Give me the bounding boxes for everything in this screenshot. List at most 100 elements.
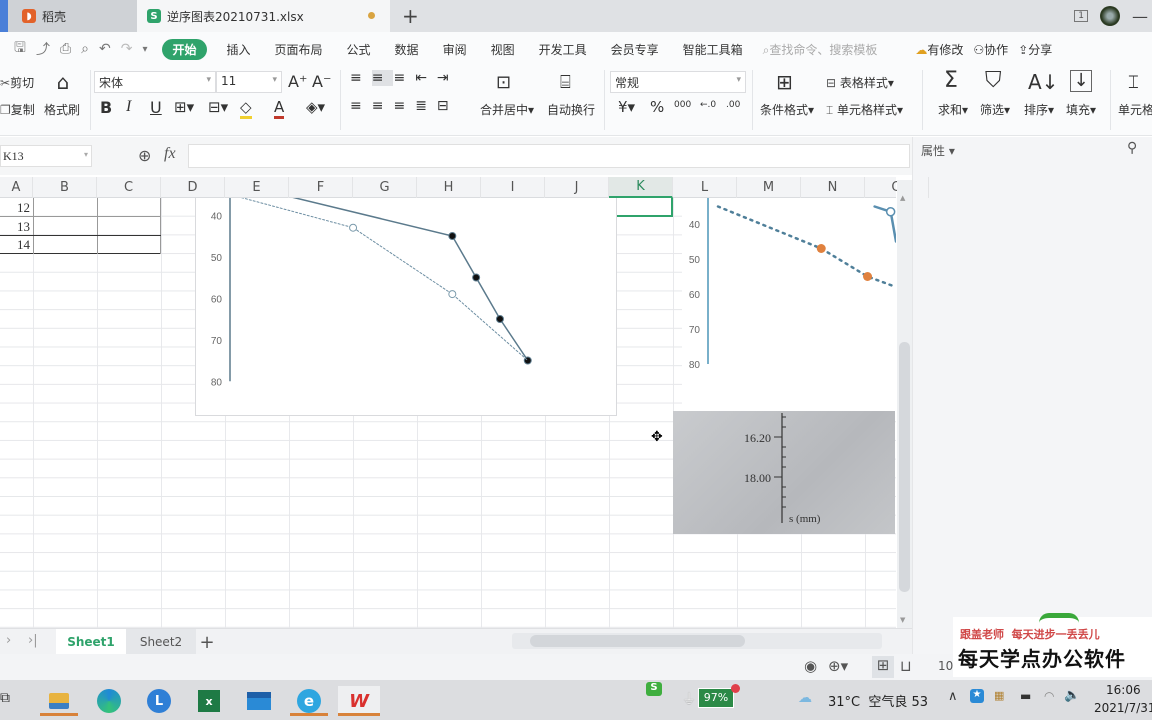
add-sheet-button[interactable]: + [196,629,218,655]
cell-A13[interactable]: 13 [0,219,30,235]
share-doc-icon[interactable]: ⤴ [36,39,50,59]
filter-button[interactable]: 筛选▾ [980,101,1010,118]
name-box[interactable]: K13 ▾ [0,145,92,167]
sort-icon[interactable]: A↓ [1028,70,1058,94]
properties-title[interactable]: 属性 ▾ [921,142,955,159]
cell-A14[interactable]: 14 [0,237,30,253]
task-view-icon[interactable]: ⧉ [0,690,10,706]
new-tab-button[interactable]: + [402,4,419,28]
tray-battery-icon[interactable]: ▬ [1020,689,1031,703]
number-format-select[interactable]: 常规 ▾ [610,71,746,93]
edge-icon[interactable] [94,686,124,716]
file-explorer-icon[interactable] [40,686,78,716]
sum-icon[interactable]: Σ [944,68,958,93]
menu-home[interactable]: 开始 [162,38,207,60]
tray-app-icon[interactable]: ★ [970,689,984,703]
column-header-H[interactable]: H [417,177,481,198]
share-button[interactable]: ⇪分享 [1018,41,1052,58]
tab-daoke[interactable]: ◗ 稻壳 [0,0,137,32]
column-header-L[interactable]: L [673,177,737,198]
column-header-C[interactable]: C [97,177,161,198]
column-header-J[interactable]: J [545,177,609,198]
clock-date[interactable]: 2021/7/31 [1094,701,1152,715]
horizontal-align-icons[interactable]: ≡≡≡≣⊟ [350,98,459,114]
underline-button[interactable]: U [150,98,162,117]
merge-center-button[interactable]: 合并居中▾ [480,101,534,118]
vertical-scrollbar[interactable]: ▲ ▼ [897,180,912,628]
wifi-icon[interactable]: ◠ [1044,689,1054,703]
menu-member[interactable]: 会员专享 [611,41,659,58]
percent-button[interactable]: % [650,98,664,116]
font-size-select[interactable]: 11 ▾ [216,71,282,93]
conditional-format-icon[interactable]: ⊞ [776,70,793,94]
mail-icon[interactable] [244,686,274,716]
cell-style-button[interactable]: ⌶ 单元格样式▾ [826,101,903,118]
column-header-F[interactable]: F [289,177,353,198]
zoom-level[interactable]: 10 [938,659,953,673]
page-counter-icon[interactable]: 1 [1074,10,1088,22]
format-painter-button[interactable]: 格式刷 [44,101,80,118]
chart-right[interactable]: 40 50 60 70 80 [682,198,898,411]
eye-protection-icon[interactable]: ◉ [804,657,817,675]
thousands-button[interactable]: 000 [674,100,691,110]
clear-format-icon[interactable]: ◈▾ [306,98,325,116]
menu-insert[interactable]: 插入 [227,41,251,58]
modified-button[interactable]: ☁有修改 [915,41,963,58]
menu-page-layout[interactable]: 页面布局 [275,41,323,58]
pin-icon[interactable]: ⚲ [1127,140,1137,156]
battery-indicator[interactable]: 97% [698,688,734,708]
command-search[interactable]: ⌕查找命令、搜索模板 [763,41,878,58]
column-header-M[interactable]: M [737,177,801,198]
scroll-up-icon[interactable]: ▲ [900,194,905,202]
conditional-format-button[interactable]: 条件格式▾ [760,101,814,118]
sheet-tab-sheet1[interactable]: Sheet1 [56,629,126,655]
chart-left[interactable]: 40 50 60 70 80 [195,181,617,416]
fill-color-icon[interactable]: ◇ [240,98,252,119]
column-header-E[interactable]: E [225,177,289,198]
normal-view-icon[interactable]: ⊞ [872,656,894,678]
cut-button[interactable]: ✂剪切 [0,74,34,91]
wps-icon[interactable]: W [338,686,380,716]
fill-button[interactable]: 填充▾ [1066,101,1096,118]
merge-center-icon[interactable]: ⊡ [496,72,511,93]
filter-icon[interactable]: ⛉ [985,68,1002,93]
collaborate-button[interactable]: ⚇协作 [973,41,1008,58]
cell-format-icon[interactable]: ⊟▾ [208,98,228,116]
menu-developer[interactable]: 开发工具 [539,41,587,58]
scroll-down-icon[interactable]: ▼ [900,616,905,624]
wrap-text-button[interactable]: 自动换行 [547,101,595,118]
excel-icon[interactable]: x [194,686,224,716]
focus-mode-icon[interactable]: ⊕▾ [828,657,848,675]
tab-workbook[interactable]: S 逆序图表20210731.xlsx [137,0,390,32]
column-header-N[interactable]: N [801,177,865,198]
undo-icon[interactable]: ↶ [99,41,111,57]
page-view-icon[interactable]: ⊔ [900,657,912,675]
clock-app-icon[interactable]: L [144,686,174,716]
decrease-decimal-button[interactable]: .00 [726,100,740,110]
font-name-select[interactable]: 宋体 ▾ [94,71,216,93]
font-color-icon[interactable]: A [274,98,285,119]
menu-review[interactable]: 审阅 [443,41,467,58]
tray-expand-icon[interactable]: ∧ [948,689,958,704]
wps-tray-icon[interactable]: S [646,682,662,696]
zoom-formula-icon[interactable]: ⊕ [138,146,151,165]
redo-icon[interactable]: ↷ [121,41,133,57]
wrap-text-icon[interactable]: ⌸ [560,72,571,93]
increase-decimal-button[interactable]: ←.0 [700,100,716,110]
clock-time[interactable]: 16:06 [1106,683,1141,697]
save-icon[interactable]: 🖫 [14,37,26,61]
borders-icon[interactable]: ⊞▾ [174,98,194,116]
vertical-align-icons[interactable]: ≡≡≡⇤⇥ [350,70,459,86]
increase-font-icon[interactable]: A⁺ [288,72,307,91]
italic-button[interactable]: I [126,98,131,116]
copy-button[interactable]: ❐复制 [0,101,35,118]
column-header-A[interactable]: A [0,177,33,198]
bold-button[interactable]: B [100,98,112,117]
pasted-image[interactable]: 16.20 18.00 s (mm) [673,411,895,534]
user-avatar[interactable] [1100,6,1120,26]
tray-vpn-icon[interactable]: ▦ [994,689,1004,702]
next-sheet-icon[interactable]: › [6,633,11,648]
table-style-button[interactable]: ⊟ 表格样式▾ [826,74,894,91]
volume-icon[interactable]: 🔈 [1064,688,1080,703]
column-header-G[interactable]: G [353,177,417,198]
